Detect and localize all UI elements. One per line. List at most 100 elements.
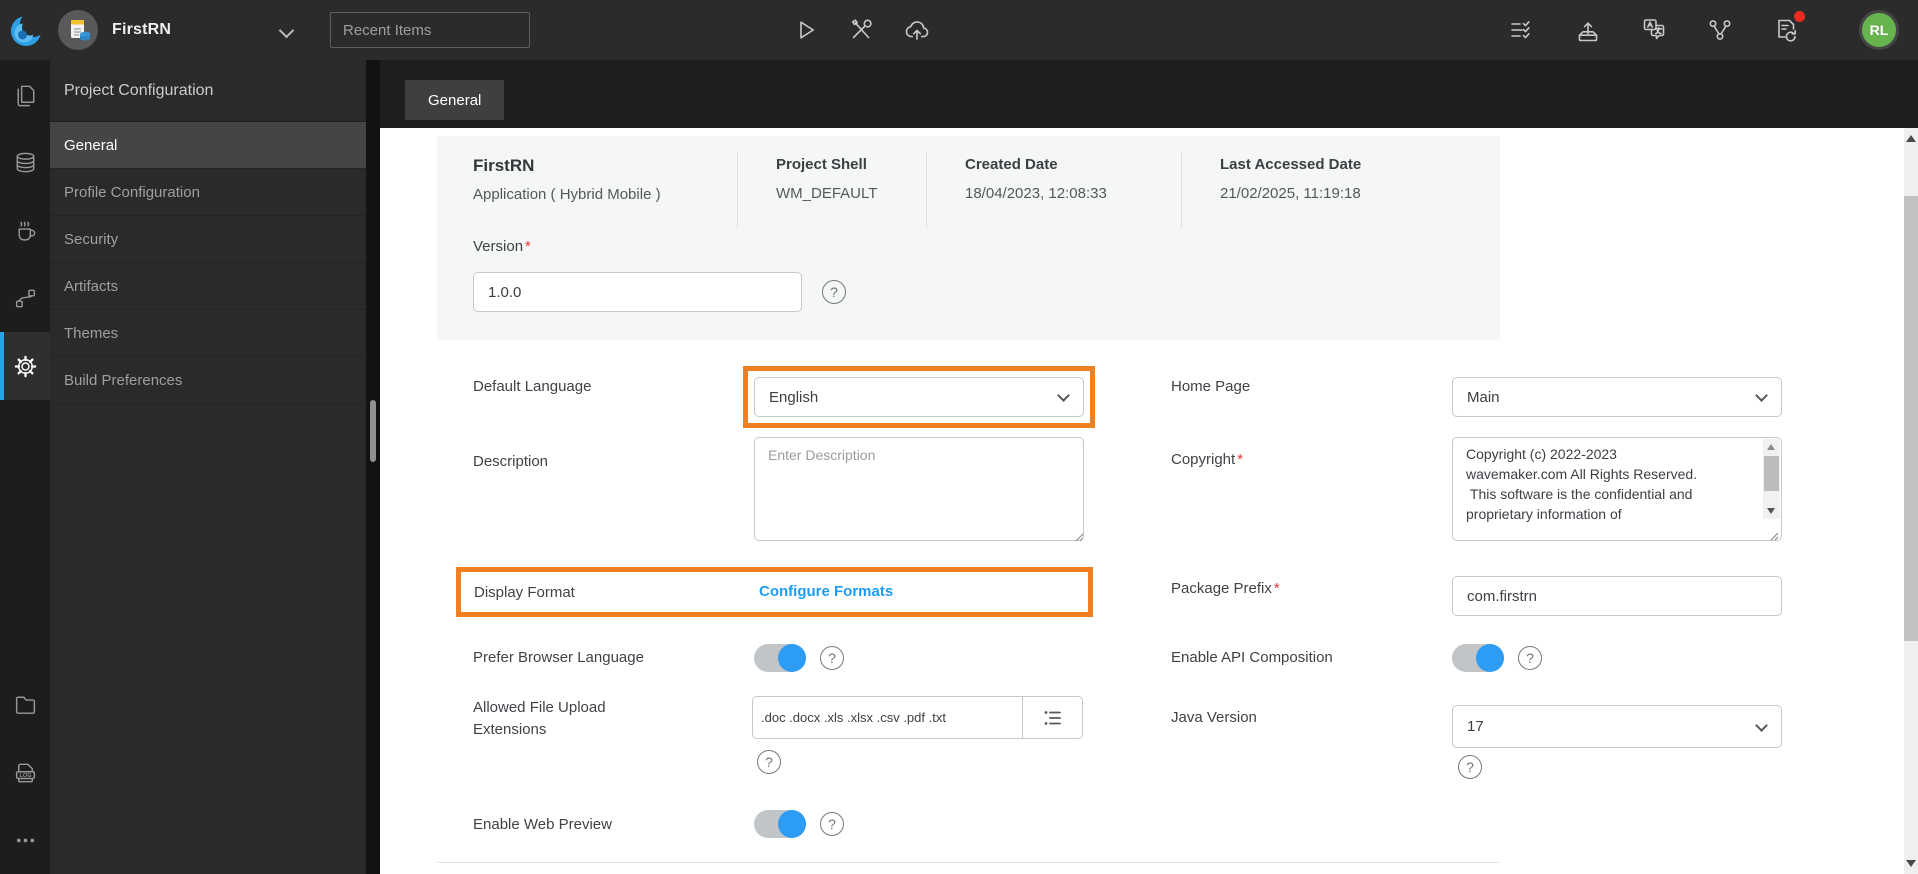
copyright-label: Copyright [1171,451,1236,468]
recent-items-search-input[interactable] [330,12,530,48]
share-branch-icon[interactable] [1705,15,1735,45]
required-marker: * [1237,451,1244,468]
run-play-icon[interactable] [790,15,820,45]
java-version-value: 17 [1467,718,1484,735]
summary-last-accessed-date: Last Accessed Date 21/02/2025, 11:19:18 [1181,152,1424,228]
scroll-up-arrow-icon[interactable] [1906,135,1916,142]
enable-web-preview-help-icon[interactable]: ? [820,812,844,836]
java-services-nav-icon[interactable] [0,196,50,264]
summary-created-date: Created Date 18/04/2023, 12:08:33 [926,152,1181,228]
section-divider [437,862,1500,863]
settings-nav-icon[interactable] [0,332,50,400]
copyright-scrollbar-thumb[interactable] [1764,456,1779,491]
default-language-value: English [769,388,819,406]
topbar-utilities: RL [1507,0,1899,60]
scroll-down-arrow-icon[interactable] [1906,860,1916,867]
main-area: General FirstRN Application ( Hybrid Mob… [380,60,1918,874]
tab-bar: General [380,60,1918,128]
prefer-browser-language-label: Prefer Browser Language [473,649,644,666]
extensions-list-button[interactable] [1023,696,1083,739]
sidebar-scrollbar-thumb[interactable] [370,400,376,462]
created-date-label: Created Date [965,156,1058,173]
page-scrollbar[interactable] [1904,128,1918,874]
description-textarea[interactable] [754,437,1084,541]
enable-api-composition-help-icon[interactable]: ? [1518,646,1542,670]
scroll-down-arrow-icon[interactable] [1767,508,1775,514]
left-icon-rail: LOG [0,60,50,874]
general-settings-content: FirstRN Application ( Hybrid Mobile ) Pr… [380,128,1904,874]
resize-grip-icon[interactable] [1074,529,1084,542]
sync-changes-icon[interactable] [1771,11,1805,45]
java-version-help-icon[interactable]: ? [1458,755,1482,779]
connections-nav-icon[interactable] [0,264,50,332]
default-language-highlight: English [743,366,1095,428]
last-accessed-label: Last Accessed Date [1220,156,1362,173]
wavemaker-logo-icon[interactable] [8,11,46,49]
copyright-scrollbar[interactable] [1763,439,1780,519]
sidebar-scrollbar [366,60,380,874]
project-switch-chevron-down-icon[interactable] [278,22,295,39]
version-help-icon[interactable]: ? [822,280,846,304]
page-scrollbar-thumb[interactable] [1904,196,1918,641]
enable-web-preview-toggle[interactable] [754,810,806,838]
allowed-file-upload-help-icon[interactable]: ? [757,750,781,774]
chevron-down-icon [1755,719,1768,732]
topbar-actions [790,0,932,60]
tab-general[interactable]: General [405,80,505,120]
required-marker: * [525,238,531,255]
file-explorer-nav-icon[interactable] [0,670,50,738]
home-page-select[interactable]: Main [1452,377,1782,417]
default-language-select[interactable]: English [754,377,1084,417]
summary-project-type: Application ( Hybrid Mobile ) [473,186,661,203]
summary-project-name: FirstRN [473,156,535,175]
toggle-knob [778,644,806,672]
toggle-knob [778,810,806,838]
rail-spacer [0,400,50,670]
log-icon-label: LOG [19,773,31,779]
prefer-browser-language-toggle[interactable] [754,644,806,672]
sidebar-title: Project Configuration [50,60,366,122]
summary-project-shell: Project Shell WM_DEFAULT [737,152,926,228]
sidebar-item-build-preferences[interactable]: Build Preferences [50,357,366,404]
project-shell-value: WM_DEFAULT [776,185,878,202]
tools-build-icon[interactable] [846,15,876,45]
configure-formats-link[interactable]: Configure Formats [759,583,893,600]
project-avatar-icon[interactable] [58,10,98,50]
enable-web-preview-label: Enable Web Preview [473,816,612,833]
version-input[interactable] [473,272,802,312]
cloud-upload-icon[interactable] [902,15,932,45]
allowed-file-upload-label: Allowed File Upload Extensions [473,699,606,738]
home-page-label: Home Page [1171,378,1251,395]
display-format-row-highlight: Display Format Configure Formats [456,567,1093,617]
sidebar-item-profile-configuration[interactable]: Profile Configuration [50,169,366,216]
sidebar-item-themes[interactable]: Themes [50,310,366,357]
description-label: Description [473,453,549,470]
package-prefix-input[interactable] [1452,576,1782,616]
resize-grip-icon[interactable] [1769,528,1779,540]
sidebar-item-security[interactable]: Security [50,216,366,263]
copyright-textarea[interactable]: Copyright (c) 2022-2023 wavemaker.com Al… [1452,437,1782,541]
version-field-block: Version* ? [437,238,1500,312]
more-options-icon[interactable] [0,806,50,874]
user-avatar[interactable]: RL [1859,10,1899,50]
allowed-file-upload-input[interactable] [752,696,1023,739]
project-name[interactable]: FirstRN [112,0,171,60]
project-shell-label: Project Shell [776,156,867,173]
sidebar-item-artifacts[interactable]: Artifacts [50,263,366,310]
checklist-icon[interactable] [1507,15,1537,45]
toggle-knob [1476,644,1504,672]
export-deploy-icon[interactable] [1573,15,1603,45]
pages-nav-icon[interactable] [0,60,50,128]
sidebar-item-general[interactable]: General [50,122,366,169]
created-date-value: 18/04/2023, 12:08:33 [965,185,1107,202]
java-version-select[interactable]: 17 [1452,705,1782,748]
package-prefix-label-wrap: Package Prefix * [1171,580,1280,597]
chevron-down-icon [1755,389,1768,402]
scroll-up-arrow-icon[interactable] [1767,444,1775,450]
enable-api-composition-toggle[interactable] [1452,644,1504,672]
database-nav-icon[interactable] [0,128,50,196]
translate-languages-icon[interactable] [1639,15,1669,45]
prefer-browser-language-help-icon[interactable]: ? [820,646,844,670]
logs-nav-icon[interactable]: LOG [0,738,50,806]
default-language-label: Default Language [473,378,592,395]
